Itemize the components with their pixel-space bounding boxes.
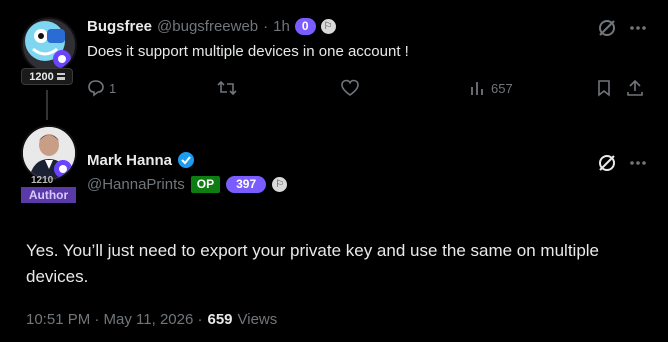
main-subheader: @HannaPrints OP 397 ⚐: [87, 176, 288, 193]
bookmark-button[interactable]: [596, 79, 612, 97]
like-icon: [341, 79, 359, 97]
op-badge: OP: [190, 176, 221, 193]
timestamp-row: 10:51 PM · May 11, 2026 · 659 Views: [26, 311, 277, 328]
verified-icon: [177, 151, 195, 169]
avatar[interactable]: [21, 125, 77, 181]
flag-icon[interactable]: ⚐: [272, 177, 288, 192]
avatar[interactable]: [21, 17, 77, 73]
author-name[interactable]: Mark Hanna: [87, 152, 172, 169]
reply-count: 1: [109, 80, 117, 96]
views-count: 657: [491, 80, 513, 96]
bookmark-icon: [596, 79, 612, 97]
share-icon: [626, 79, 644, 97]
points-badge: 0: [294, 18, 316, 35]
score-value: 1200: [29, 70, 54, 83]
reply-button[interactable]: 1: [87, 79, 116, 97]
grok-icon[interactable]: [597, 153, 617, 173]
more-icon[interactable]: [628, 153, 648, 173]
reply-icon: [87, 79, 105, 97]
main-header: Mark Hanna: [87, 151, 195, 169]
share-button[interactable]: [626, 79, 644, 97]
more-icon[interactable]: [628, 18, 648, 38]
author-name[interactable]: Bugsfree: [87, 18, 152, 35]
thread-line: [46, 90, 48, 120]
retweet-button[interactable]: [217, 79, 237, 97]
separator: ·: [263, 18, 269, 35]
author-tag: Author: [21, 187, 76, 203]
grok-icon[interactable]: [597, 18, 617, 38]
author-handle[interactable]: @bugsfreeweb: [157, 18, 258, 35]
view-count: 659: [207, 311, 233, 328]
like-button[interactable]: [341, 79, 359, 97]
reply-header: Bugsfree @bugsfreeweb · 1h 0 ⚐: [87, 18, 336, 35]
score-badge: 1210: [31, 175, 53, 186]
score-value: 1210: [31, 175, 54, 186]
flag-icon[interactable]: ⚐: [320, 19, 336, 34]
author-handle[interactable]: @HannaPrints: [87, 176, 185, 193]
timestamp[interactable]: 10:51 PM · May 11, 2026 ·: [26, 311, 202, 328]
main-text: Yes. You’ll just need to export your pri…: [26, 241, 600, 286]
reply-text: Does it support multiple devices in one …: [87, 43, 409, 60]
post-time[interactable]: 1h: [273, 18, 290, 35]
score-badge: 1200: [21, 68, 73, 85]
bars-icon: [56, 73, 65, 80]
retweet-icon: [217, 79, 237, 97]
points-badge: 397: [226, 176, 267, 193]
views-button[interactable]: 657: [469, 79, 513, 97]
views-label: Views: [237, 311, 278, 328]
views-icon: [469, 79, 487, 97]
